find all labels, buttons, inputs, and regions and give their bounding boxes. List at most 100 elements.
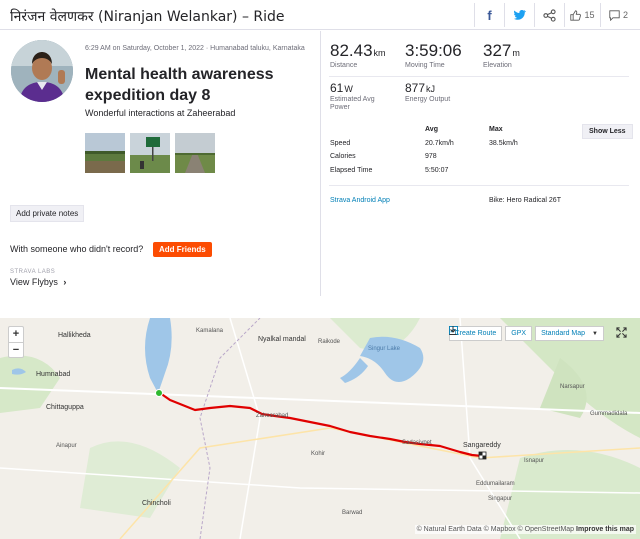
facebook-icon: f xyxy=(487,7,492,23)
activity-header: निरंजन वेलणकर (Niranjan Welankar) – Ride… xyxy=(0,0,640,30)
add-private-notes-button[interactable]: Add private notes xyxy=(10,205,85,222)
stat-distance: 82.43km Distance xyxy=(330,41,386,69)
create-route-label: Create Route xyxy=(454,330,497,337)
place-label: Chittaguppa xyxy=(46,404,84,411)
power-value: 61 xyxy=(330,81,344,95)
activity-name: Mental health awareness expedition day 8 xyxy=(85,66,274,104)
route-map[interactable]: Hallikheda Kamalana Nyalkal mandal Raiko… xyxy=(0,318,640,539)
stat-energy: 877kJ Energy Output xyxy=(405,81,450,104)
chevron-right-icon: › xyxy=(63,277,67,287)
kudos-count: 15 xyxy=(584,10,595,20)
page-title: निरंजन वेलणकर (Niranjan Welankar) – Ride xyxy=(10,9,285,25)
elevation-unit: m xyxy=(512,48,520,58)
map-controls: Create Route GPX Standard Map ▼ xyxy=(448,326,604,341)
column-max: Max xyxy=(489,126,503,133)
activity-meta: 6:29 AM on Saturday, October 1, 2022 · H… xyxy=(85,45,305,52)
place-label: Ainapur xyxy=(56,443,77,449)
stat-moving-time: 3:59:06 Moving Time xyxy=(405,41,462,69)
show-less-button[interactable]: Show Less xyxy=(582,124,633,139)
power-unit: W xyxy=(344,84,353,94)
device-link[interactable]: Strava Android App xyxy=(330,197,390,204)
zoom-in-button[interactable]: + xyxy=(9,327,23,342)
share-button[interactable] xyxy=(534,3,564,27)
kudos-button[interactable]: 15 xyxy=(564,3,600,27)
athlete-avatar[interactable] xyxy=(11,40,73,102)
map-attribution: © Natural Earth Data © Mapbox © OpenStre… xyxy=(414,525,636,534)
column-avg: Avg xyxy=(425,126,438,133)
caret-down-icon: ▼ xyxy=(592,330,598,337)
stat-power: 61W Estimated Avg Power xyxy=(330,81,390,112)
place-label: Chincholi xyxy=(142,500,171,507)
bike-info: Bike: Hero Radical 26T xyxy=(489,197,561,204)
energy-unit: kJ xyxy=(426,84,436,94)
add-friends-button[interactable]: Add Friends xyxy=(153,242,212,257)
place-label: Raikode xyxy=(318,339,341,345)
strava-labs-label: STRAVA LABS xyxy=(10,269,56,275)
place-label: Hallikheda xyxy=(58,332,91,339)
view-flybys-link[interactable]: View Flybys › xyxy=(10,277,66,287)
elapsed-avg: 5:50:07 xyxy=(425,167,449,174)
zoom-out-button[interactable]: − xyxy=(9,342,23,357)
twitter-share-button[interactable] xyxy=(504,3,534,27)
place-label: Eddumailaram xyxy=(476,481,515,487)
photo-thumbnail[interactable] xyxy=(130,133,170,173)
download-icon xyxy=(449,326,457,335)
facebook-share-button[interactable]: f xyxy=(474,3,504,27)
start-marker xyxy=(155,389,163,397)
map-canvas xyxy=(0,318,640,539)
gpx-label: GPX xyxy=(511,330,527,337)
zoom-control: + − xyxy=(8,326,24,358)
speed-avg: 20.7km/h xyxy=(425,140,454,147)
place-label: Singapur xyxy=(488,496,513,502)
comment-icon xyxy=(609,9,620,21)
row-label: Speed xyxy=(330,140,351,147)
moving-time-value: 3:59:06 xyxy=(405,41,462,60)
photo-thumbnail[interactable] xyxy=(85,133,125,173)
place-label: Gummadidala xyxy=(590,411,628,417)
gpx-button[interactable]: GPX xyxy=(449,326,533,341)
avatar-image xyxy=(11,40,73,102)
twitter-icon xyxy=(513,10,526,20)
power-label: Estimated Avg Power xyxy=(330,96,375,111)
row-label: Elapsed Time xyxy=(330,167,373,174)
elevation-value: 327 xyxy=(483,41,512,60)
place-label: Zaheerabad xyxy=(256,413,289,419)
energy-label: Energy Output xyxy=(405,96,451,103)
activity-photos xyxy=(85,133,215,173)
distance-unit: km xyxy=(373,48,386,58)
create-route-button[interactable]: Create Route xyxy=(448,326,503,341)
moving-time-label: Moving Time xyxy=(405,62,445,69)
photo-thumbnail[interactable] xyxy=(175,133,215,173)
stats-divider xyxy=(329,76,629,77)
improve-map-link[interactable]: Improve this map xyxy=(576,526,634,533)
expand-icon xyxy=(616,327,627,338)
stat-elevation: 327m Elevation xyxy=(483,41,520,69)
comment-count: 2 xyxy=(622,10,628,20)
with-someone-text: With someone who didn't record? xyxy=(10,244,144,254)
comments-button[interactable]: 2 xyxy=(600,3,636,27)
distance-value: 82.43 xyxy=(330,41,373,60)
activity-description: Wonderful interactions at Zaheerabad xyxy=(85,108,236,118)
speed-max: 38.5km/h xyxy=(489,140,518,147)
calories-avg: 978 xyxy=(425,153,437,160)
place-label: Sadasivpet xyxy=(402,440,432,446)
place-label: Kohir xyxy=(311,451,326,457)
place-label: Kamalana xyxy=(196,328,224,334)
place-label: Barwad xyxy=(342,510,363,516)
place-label: Sangareddy xyxy=(463,442,501,449)
place-label: Isnapur xyxy=(524,458,545,464)
place-label: Singur Lake xyxy=(368,346,401,352)
share-icon xyxy=(543,8,556,22)
attribution-text: © Natural Earth Data © Mapbox © OpenStre… xyxy=(416,526,575,533)
thumbs-up-icon xyxy=(570,9,582,21)
distance-label: Distance xyxy=(330,62,358,69)
device-divider xyxy=(329,185,629,186)
map-type-select[interactable]: Standard Map ▼ xyxy=(535,326,604,341)
fullscreen-button[interactable] xyxy=(616,327,630,341)
place-label: Narsapur xyxy=(560,384,585,390)
header-actions: f 15 2 xyxy=(474,3,636,27)
energy-value: 877 xyxy=(405,81,426,95)
view-flybys-label: View Flybys xyxy=(10,277,58,287)
place-label: Nyalkal mandal xyxy=(258,336,306,343)
row-label: Calories xyxy=(330,153,356,160)
